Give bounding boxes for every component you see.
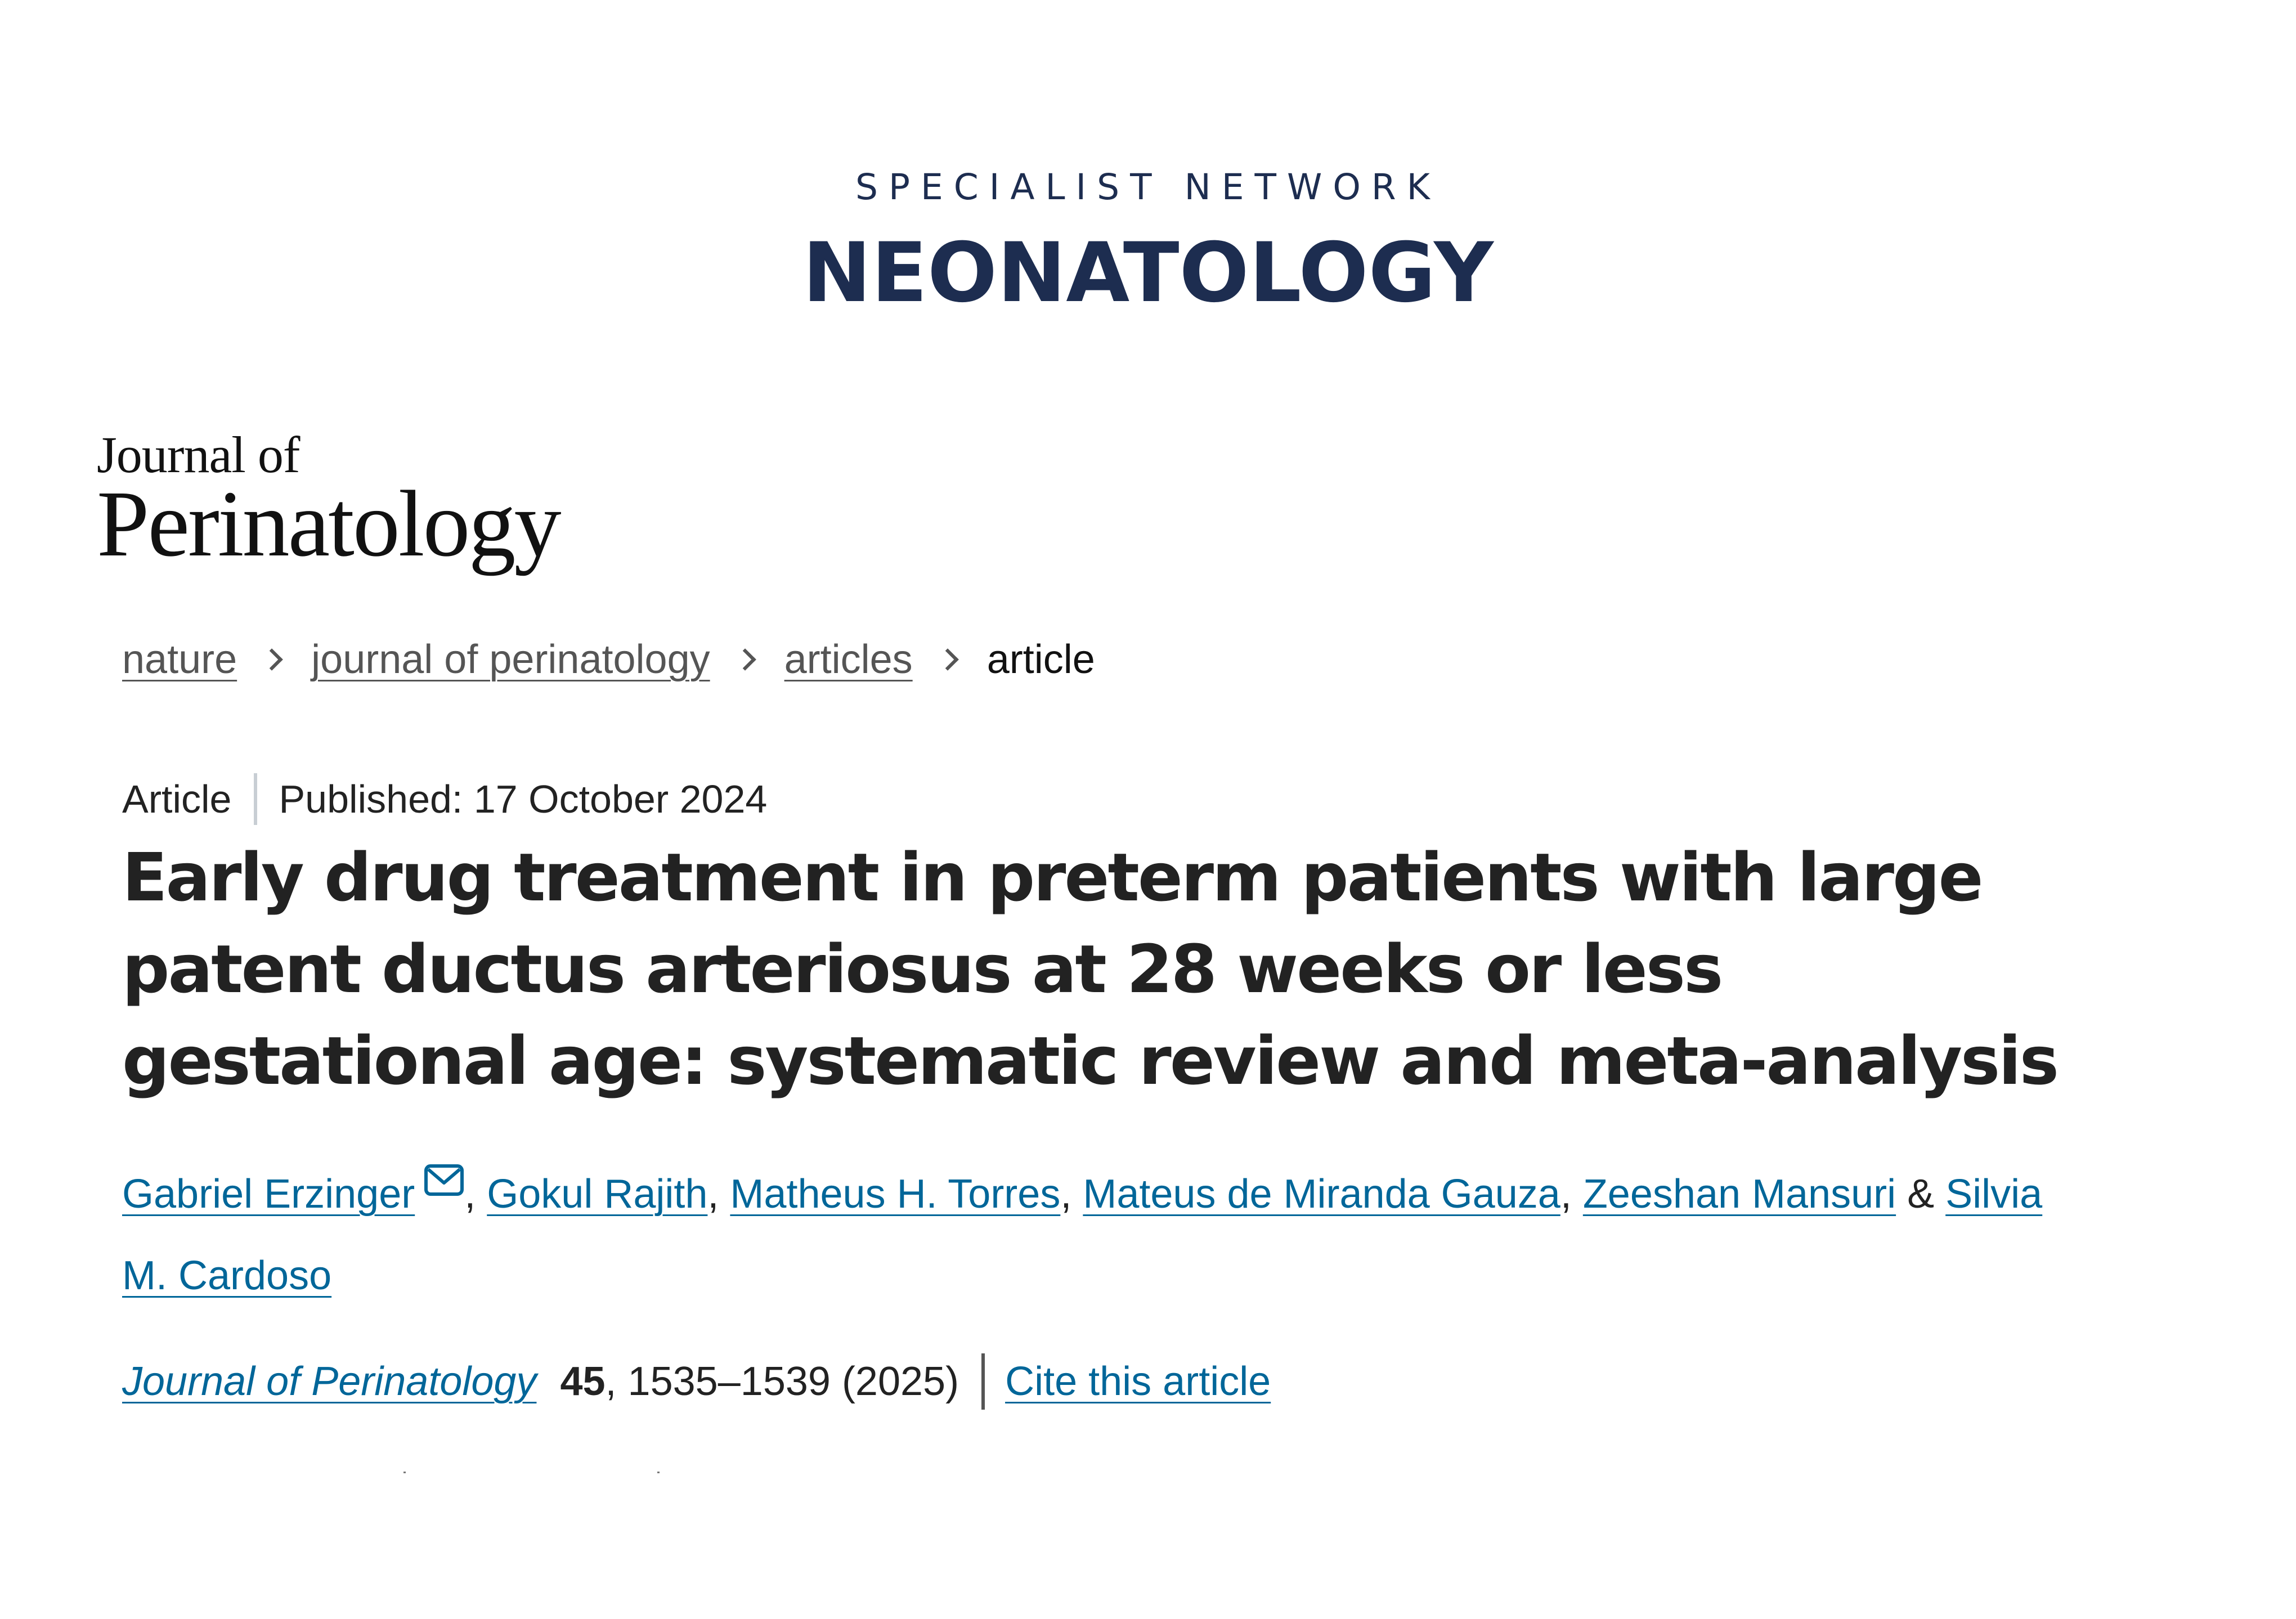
author-separator: , [1060,1172,1083,1217]
author-link[interactable]: Gokul Rajith [487,1172,707,1217]
citation-divider [981,1353,985,1410]
journal-logo-line2: Perinatology [97,472,562,576]
citation-volume: 45 [560,1359,606,1404]
meta-divider [254,773,258,825]
chevron-right-icon [261,648,283,671]
author-separator: , [1560,1172,1583,1217]
breadcrumb-current: article [986,637,1095,682]
author-list: Gabriel Erzinger, Gokul Rajith, Matheus … [122,1154,2080,1317]
author-link[interactable]: Gabriel Erzinger [122,1172,415,1217]
article-meta: Article Published: 17 October 2024 [122,773,768,825]
journal-link[interactable]: Journal of Perinatology [122,1358,536,1405]
breadcrumb-journal[interactable]: journal of perinatology [311,636,710,683]
chevron-right-icon [936,648,959,671]
breadcrumb-articles[interactable]: articles [784,636,913,683]
mail-icon[interactable] [424,1164,464,1196]
network-title: NEONATOLOGY [802,225,1494,321]
author-ampersand: & [1896,1172,1946,1217]
author-separator: , [464,1172,487,1217]
publish-date: Published: 17 October 2024 [279,777,768,821]
network-kicker: SPECIALIST NETWORK [855,167,1441,208]
cite-article-link[interactable]: Cite this article [1005,1358,1271,1405]
author-link[interactable]: Zeeshan Mansuri [1583,1172,1896,1217]
citation-pages-year: , 1535–1539 (2025) [605,1359,959,1404]
journal-logo[interactable]: Journal of Perinatology [97,428,562,576]
citation: Journal of Perinatology 45 , 1535–1539 (… [122,1351,1271,1412]
article-title: Early drug treatment in preterm patients… [122,838,2059,1100]
breadcrumb-nature[interactable]: nature [122,636,237,683]
author-link[interactable]: Matheus H. Torres [730,1172,1060,1217]
artifact-speck [403,1472,406,1473]
author-link[interactable]: Mateus de Miranda Gauza [1083,1172,1560,1217]
author-separator: , [707,1172,730,1217]
artifact-speck [657,1472,660,1473]
article-type: Article [122,777,232,821]
chevron-right-icon [733,648,756,671]
breadcrumb: nature journal of perinatology articles … [122,634,1095,685]
